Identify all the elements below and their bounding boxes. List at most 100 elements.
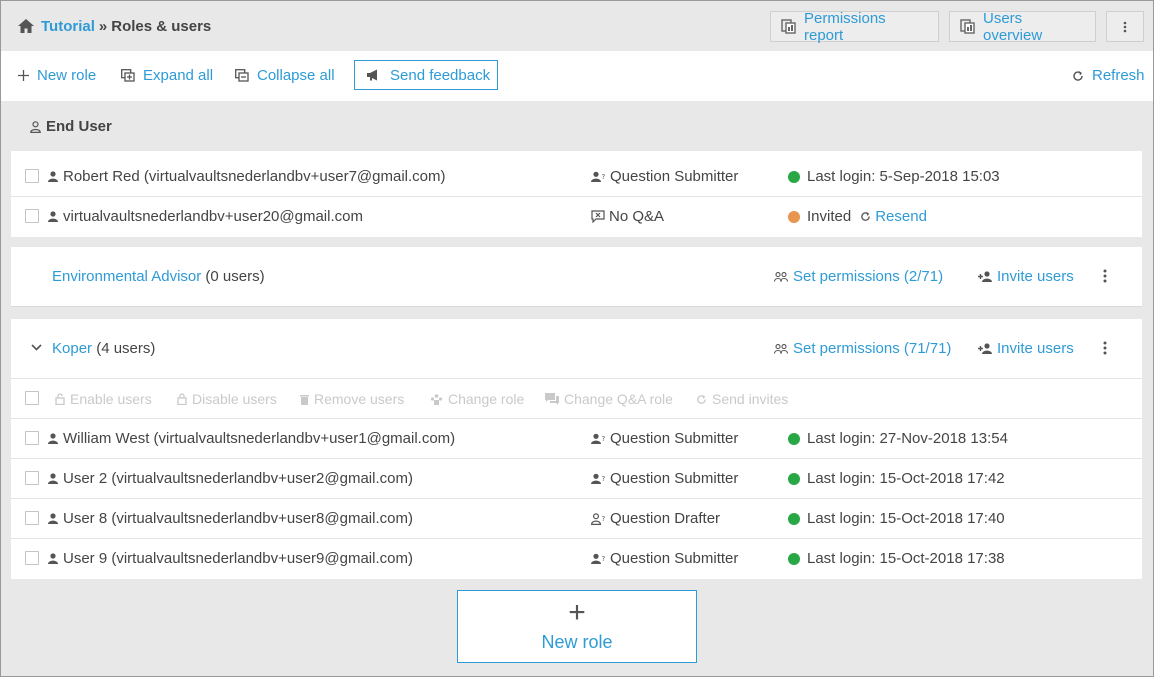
end-user-title: End User: [46, 118, 112, 135]
users-overview-button[interactable]: Users overview: [949, 10, 1096, 44]
change-role-label: Change role: [448, 391, 525, 407]
more-menu-button[interactable]: [1106, 11, 1144, 42]
role-menu-button[interactable]: [1103, 269, 1107, 283]
row-checkbox[interactable]: [25, 169, 39, 183]
change-qa-role-button[interactable]: Change Q&A role: [545, 391, 673, 407]
table-row: Robert Red (virtualvaultsnederlandbv+use…: [11, 157, 1142, 197]
row-checkbox[interactable]: [25, 471, 39, 485]
qa-role: ? Question Submitter: [591, 470, 738, 487]
permissions-report-label: Permissions report: [804, 9, 886, 44]
user-status: Last login: 27-Nov-2018 13:54: [788, 430, 1008, 447]
user-icon: [48, 473, 58, 484]
refresh-label: Refresh: [1092, 67, 1145, 84]
remove-users-button[interactable]: Remove users: [300, 391, 404, 407]
status-text: Last login: 5-Sep-2018 15:03: [807, 168, 1000, 185]
group-icon: [774, 343, 788, 354]
change-qa-role-label: Change Q&A role: [564, 391, 673, 407]
add-user-icon: [978, 343, 992, 354]
collapse-all-label: Collapse all: [257, 67, 335, 84]
section-title-end-user: End User: [30, 118, 112, 135]
send-invites-button[interactable]: Send invites: [696, 391, 788, 407]
new-role-button[interactable]: New role: [18, 67, 96, 84]
user-name-text: User 2 (virtualvaultsnederlandbv+user2@g…: [63, 470, 413, 487]
qa-role: No Q&A: [591, 208, 664, 225]
user-icon: [48, 211, 58, 222]
status-dot-invited: [788, 210, 800, 223]
enable-users-button[interactable]: Enable users: [55, 391, 152, 407]
status-text: Invited: [807, 208, 852, 225]
lock-icon: [177, 393, 187, 405]
role-name-link[interactable]: Koper: [52, 340, 92, 357]
user-name: User 9 (virtualvaultsnederlandbv+user9@g…: [48, 550, 413, 567]
expand-icon: [121, 69, 135, 82]
breadcrumb-separator: »: [98, 18, 108, 35]
row-checkbox[interactable]: [25, 209, 39, 223]
enable-users-label: Enable users: [70, 391, 152, 407]
user-status: Invited Resend: [788, 208, 927, 225]
question-user-icon: ?: [591, 433, 606, 445]
question-user-icon: ?: [591, 473, 606, 485]
row-checkbox[interactable]: [25, 511, 39, 525]
row-checkbox[interactable]: [25, 551, 39, 565]
table-row: User 2 (virtualvaultsnederlandbv+user2@g…: [11, 459, 1142, 499]
table-row: User 9 (virtualvaultsnederlandbv+user9@g…: [11, 539, 1142, 579]
chevron-down-icon[interactable]: [31, 344, 42, 351]
row-checkbox[interactable]: [25, 431, 39, 445]
breadcrumb-root-link[interactable]: Tutorial: [41, 18, 95, 35]
set-permissions-button[interactable]: Set permissions (2/71): [774, 268, 943, 285]
qa-role-text: Question Submitter: [610, 168, 739, 185]
invite-users-button[interactable]: Invite users: [978, 268, 1074, 285]
disable-users-label: Disable users: [192, 391, 277, 407]
resend-label: Resend: [875, 208, 927, 225]
set-permissions-label: Set permissions (71/71): [793, 340, 952, 357]
permissions-report-button[interactable]: Permissions report: [770, 9, 939, 44]
status-text: Last login: 15-Oct-2018 17:40: [807, 510, 1005, 527]
set-permissions-button[interactable]: Set permissions (71/71): [774, 340, 951, 357]
add-user-icon: [978, 271, 992, 282]
qa-role: ? Question Submitter: [591, 550, 738, 567]
svg-text:?: ?: [602, 515, 606, 523]
invite-users-button[interactable]: Invite users: [978, 340, 1074, 357]
resend-link[interactable]: Resend: [860, 208, 927, 225]
select-all-checkbox[interactable]: [25, 391, 39, 405]
users-group-icon: [430, 393, 443, 405]
resend-icon: [860, 211, 871, 222]
unlock-icon: [55, 393, 65, 405]
invite-users-label: Invite users: [997, 268, 1074, 285]
user-name-text: virtualvaultsnederlandbv+user20@gmail.co…: [63, 208, 363, 225]
refresh-icon: [1072, 70, 1084, 82]
expand-all-button[interactable]: Expand all: [121, 67, 213, 84]
new-role-card-button[interactable]: + New role: [457, 590, 697, 663]
disable-users-button[interactable]: Disable users: [177, 391, 277, 407]
user-status: Last login: 15-Oct-2018 17:42: [788, 470, 1005, 487]
megaphone-icon: [366, 69, 380, 81]
plus-icon: +: [568, 596, 586, 629]
qa-role-text: Question Submitter: [610, 470, 739, 487]
bulk-actions-bar: Enable users Disable users Remove users …: [11, 379, 1142, 419]
status-dot-active: [788, 552, 800, 565]
new-role-card-label: New role: [541, 632, 613, 652]
user-icon: [48, 171, 58, 182]
send-feedback-button[interactable]: Send feedback: [354, 60, 498, 90]
role-name: Environmental Advisor (0 users): [52, 268, 265, 285]
role-menu-button[interactable]: [1103, 341, 1107, 355]
user-name: William West (virtualvaultsnederlandbv+u…: [48, 430, 455, 447]
refresh-button[interactable]: Refresh: [1072, 67, 1145, 84]
collapse-all-button[interactable]: Collapse all: [235, 67, 335, 84]
change-role-button[interactable]: Change role: [430, 391, 524, 407]
user-icon: [48, 433, 58, 444]
role-card-environmental-advisor: Environmental Advisor (0 users) Set perm…: [11, 247, 1142, 307]
vertical-dots-icon: [1123, 21, 1127, 33]
role-name-link[interactable]: Environmental Advisor: [52, 268, 201, 285]
user-icon: [48, 553, 58, 564]
user-name-text: User 8 (virtualvaultsnederlandbv+user8@g…: [63, 510, 413, 527]
home-icon[interactable]: [18, 19, 34, 33]
collapse-icon: [235, 69, 249, 82]
svg-text:?: ?: [602, 435, 606, 443]
qa-role-text: No Q&A: [609, 208, 665, 225]
user-name-text: William West (virtualvaultsnederlandbv+u…: [63, 430, 456, 447]
no-qa-icon: [591, 210, 605, 223]
status-text: Last login: 27-Nov-2018 13:54: [807, 430, 1008, 447]
user-status: Last login: 15-Oct-2018 17:40: [788, 510, 1005, 527]
role-user-count: (4 users): [96, 340, 156, 357]
